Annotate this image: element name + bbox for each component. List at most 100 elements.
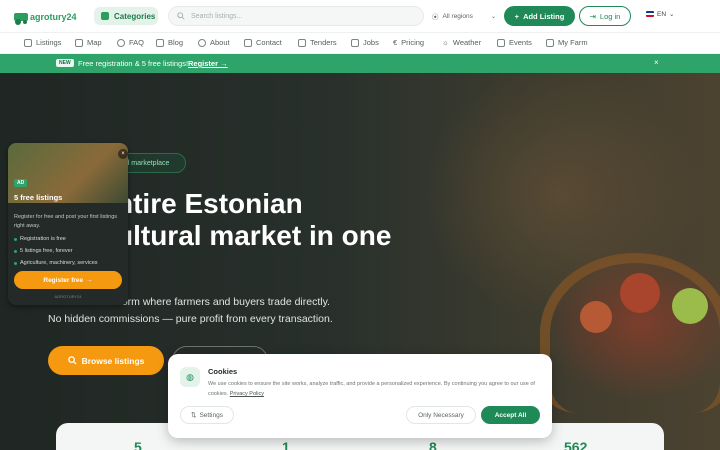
nav-item-pricing[interactable]: € Pricing [393,38,424,47]
login-icon: ⇥ [589,11,596,21]
browse-label: Browse listings [81,355,145,366]
plus-icon: + [514,11,520,21]
chevron-down-icon: ⌄ [490,13,496,20]
close-icon[interactable]: × [118,149,128,159]
calendar-icon [497,38,505,47]
register-label: Register free [43,276,84,284]
nav-item-listings[interactable]: Listings [24,38,61,47]
weather-icon: ☼ [442,38,449,47]
language-selector[interactable]: EN ⌄ [646,10,674,18]
euro-icon: € [393,38,398,47]
hero-subtitle-line1: tform where farmers and buyers trade dir… [116,296,330,308]
search-icon [67,356,77,365]
check-icon [14,261,17,265]
nav-label: Listings [36,38,62,47]
promo-banner: NEW Free registration & 5 free listings!… [0,54,720,73]
stat-value: 562 [564,439,588,450]
sliders-icon: ⇅ [191,412,197,419]
stat-value: 5 [134,439,142,450]
location-pin-icon: ⦿ [432,14,439,21]
nav-item-about[interactable]: About [198,38,230,47]
chevron-down-icon: ⌄ [669,11,675,18]
nav-item-tenders[interactable]: Tenders [298,38,337,47]
add-listing-label: Add Listing [523,11,565,21]
ad-title: 5 free listings [14,193,63,202]
nav-item-faq[interactable]: FAQ [117,38,144,47]
cookie-title: Cookies [208,367,238,376]
nav-item-events[interactable]: Events [497,38,532,47]
check-icon [14,237,17,241]
hero-title-line2: ultural market in one [116,220,392,251]
new-badge: NEW [56,59,74,67]
privacy-policy-link[interactable]: Privacy Policy [230,391,264,397]
apple-image [620,273,660,313]
search-placeholder: Search listings... [191,12,243,20]
promo-ad-card: × AD 5 free listings Register for free a… [8,143,128,305]
nav-label: Events [509,38,532,47]
mail-icon [244,38,252,47]
hero-title-line1: ntire Estonian [116,188,303,219]
cookie-consent-dialog: ◍ Cookies We use cookies to ensure the s… [168,354,552,438]
categories-button[interactable]: Categories [94,7,158,25]
ad-badge: AD [14,179,28,187]
only-necessary-button[interactable]: Only Necessary [406,406,476,424]
nav-label: Blog [168,38,184,47]
accept-label: Accept All [494,411,527,419]
ad-bullet: 5 listings free, forever [14,248,73,254]
farm-icon [546,38,554,47]
banner-register-link[interactable]: Register → [188,59,228,68]
nav-label: FAQ [129,38,145,47]
settings-label: Settings [199,411,223,419]
nav-label: Map [87,38,102,47]
cookie-settings-button[interactable]: ⇅ Settings [180,406,234,424]
ad-description: Register for free and post your first li… [14,214,118,229]
accept-all-button[interactable]: Accept All [481,406,540,424]
info-icon [198,38,206,47]
map-icon [75,38,83,47]
nav-item-my-farm[interactable]: My Farm [546,38,588,47]
login-button[interactable]: ⇥ Log in [579,6,631,26]
top-header: agrotury24 Categories Search listings...… [0,0,720,32]
blog-icon [156,38,164,47]
nav-label: Contact [256,38,282,47]
nav-label: Tenders [310,38,337,47]
arrow-right-icon: → [86,276,93,284]
ad-bullet: Registration is free [14,236,66,242]
nav-item-weather[interactable]: ☼ Weather [442,38,481,47]
categories-label: Categories [114,11,156,21]
nav-label: My Farm [558,38,588,47]
only-necessary-label: Only Necessary [418,411,464,419]
site-logo[interactable]: agrotury24 [14,6,86,26]
ad-footer: AGROTURY24 [54,294,82,299]
flag-icon [646,11,654,17]
close-icon[interactable]: × [654,58,659,67]
listings-icon [24,38,32,47]
region-select[interactable]: ⦿ All regions ⌄ [432,8,496,24]
nav-item-blog[interactable]: Blog [156,38,183,47]
cookie-text: We use cookies to ensure the site works,… [208,379,544,399]
nav-label: About [210,38,230,47]
briefcase-icon [351,38,359,47]
language-label: EN [657,10,667,18]
register-free-button[interactable]: Register free → [14,271,122,289]
stat-value: 8 [429,439,437,450]
apple-image [580,301,612,333]
search-icon [177,12,185,20]
svg-text:agrotury24: agrotury24 [30,12,77,22]
browse-listings-button[interactable]: Browse listings [48,346,164,375]
nav-item-contact[interactable]: Contact [244,38,282,47]
nav-label: Pricing [401,38,425,47]
search-input[interactable]: Search listings... [168,6,424,26]
nav-label: Weather [452,38,482,47]
nav-label: Jobs [363,38,379,47]
add-listing-button[interactable]: + Add Listing [504,6,575,26]
nav-item-jobs[interactable]: Jobs [351,38,379,47]
ad-bullet-text: Agriculture, machinery, services [20,260,98,266]
banner-text: Free registration & 5 free listings! [78,59,189,68]
nav-item-map[interactable]: Map [75,38,102,47]
faq-icon [117,38,125,47]
ad-bullet: Agriculture, machinery, services [14,260,98,266]
ad-bullet-text: Registration is free [20,236,66,242]
apple-image [672,288,708,324]
region-label: All regions [442,12,473,20]
